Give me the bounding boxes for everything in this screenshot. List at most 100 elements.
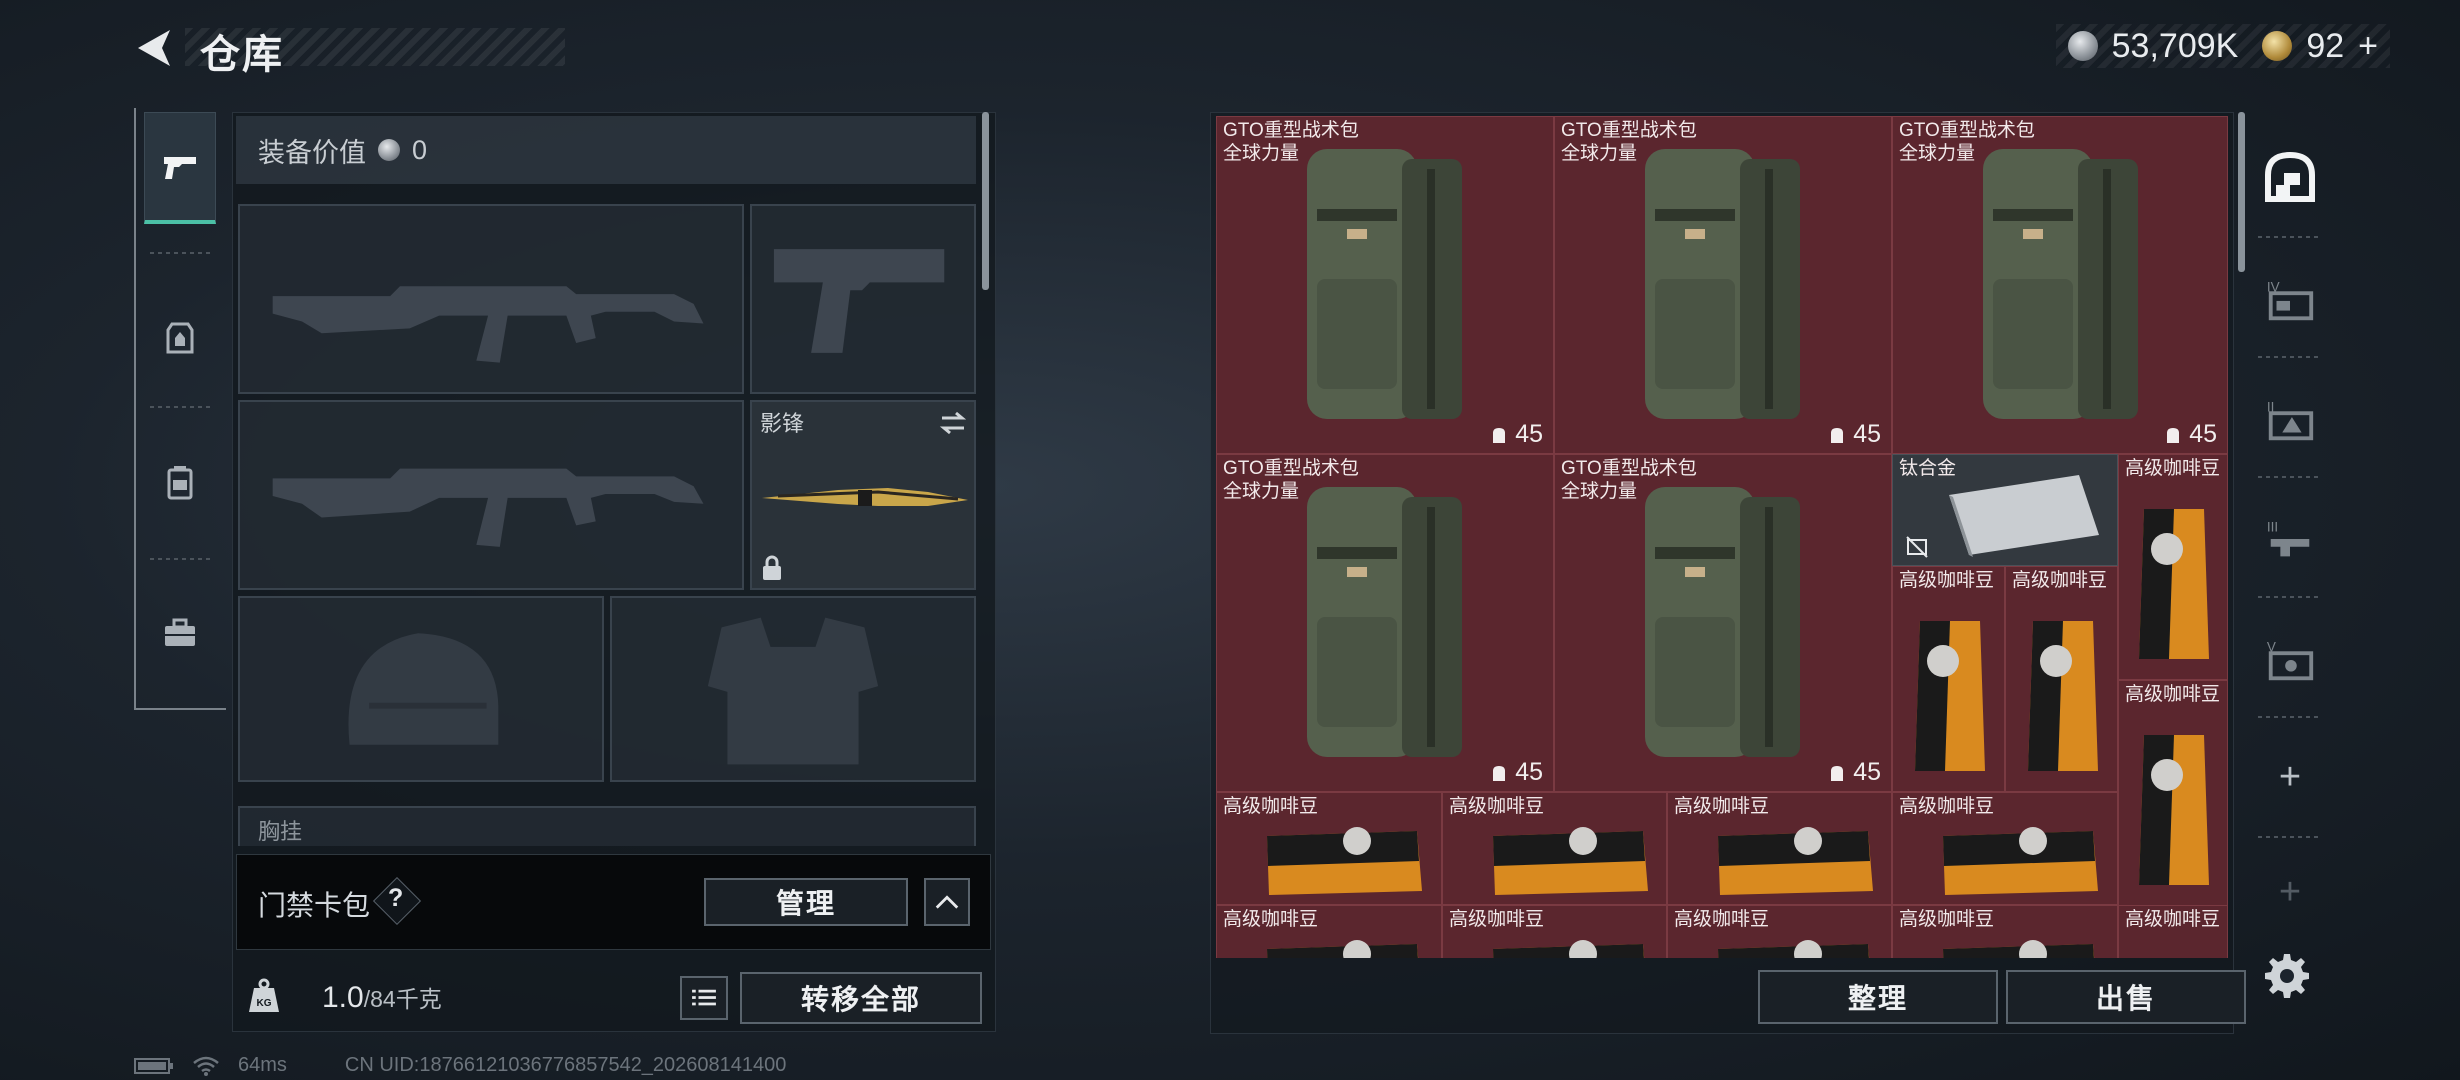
briefcase-icon [165, 618, 195, 646]
manage-button[interactable]: 管理 [704, 878, 908, 926]
gold-coin-icon [2262, 31, 2293, 61]
stash-page-icon: III [2267, 519, 2310, 557]
add-stash-tab-button[interactable]: + [2252, 722, 2328, 832]
stash-item-backpack[interactable]: GTO重型战术包 全球力量 45 [1216, 454, 1554, 792]
equip-value: 0 [412, 134, 428, 165]
item-count: 45 [1827, 758, 1881, 787]
stash-item-coffee[interactable]: 高级咖啡豆 [1216, 792, 1442, 905]
divider [2258, 596, 2322, 598]
item-name: GTO重型战术包 全球力量 [1561, 120, 1697, 164]
list-icon [692, 989, 716, 1006]
primary-weapon-slot[interactable] [238, 204, 744, 394]
stash-scrollbar[interactable] [2238, 112, 2245, 272]
settings-gear-icon[interactable] [2264, 952, 2310, 998]
back-button[interactable] [130, 26, 180, 70]
warehouse-icon [2265, 151, 2315, 202]
stash-page-icon: V [2267, 639, 2314, 681]
helmet-silhouette-icon [348, 633, 499, 745]
stash-item-backpack[interactable]: GTO重型战术包 全球力量 45 [1216, 116, 1554, 454]
keycard-bag-label: 门禁卡包 [258, 890, 371, 921]
weight-max: /84千克 [363, 986, 442, 1012]
back-arrow-icon [138, 30, 170, 66]
sort-button[interactable]: 整理 [1758, 970, 1998, 1024]
sell-button[interactable]: 出售 [2006, 970, 2246, 1024]
swap-icon[interactable] [938, 410, 968, 436]
pistol-silhouette-icon [773, 249, 945, 353]
silver-coin-icon [2067, 31, 2098, 61]
stash-page-icon: IV [2267, 279, 2314, 321]
stash-item-coffee[interactable]: 高级咖啡豆 [1442, 792, 1667, 905]
backpack-image [1645, 487, 1800, 757]
stash-item-coffee[interactable]: 高级咖啡豆 [1667, 905, 1892, 958]
helmet-slot[interactable] [238, 596, 604, 782]
pistol-icon [164, 156, 196, 179]
primary-weapon-slot-2[interactable] [238, 400, 744, 590]
loadout-scrollbar[interactable] [982, 112, 989, 290]
stash-item-coffee[interactable]: 高级咖啡豆 [2118, 454, 2228, 680]
stash-item-backpack[interactable]: GTO重型战术包 全球力量 45 [1554, 116, 1892, 454]
weight-readout: 1.0/84千克 [322, 980, 442, 1015]
tab-stash-2[interactable]: II [2252, 364, 2328, 474]
item-name: 高级咖啡豆 [1449, 796, 1545, 817]
coffee-bag-image [2139, 509, 2209, 659]
vest-silhouette-icon [707, 617, 879, 765]
no-trade-icon [1906, 536, 1928, 558]
divider [150, 252, 210, 254]
tab-stash-main[interactable] [2252, 122, 2328, 232]
stash-item-coffee[interactable]: 高级咖啡豆 [2118, 905, 2228, 958]
item-name: 高级咖啡豆 [2125, 684, 2221, 705]
divider [2258, 716, 2322, 718]
page-title: 仓库 [200, 33, 284, 77]
stash-item-coffee[interactable]: 高级咖啡豆 [1216, 905, 1442, 958]
tab-stash-3[interactable]: III [2252, 484, 2328, 594]
list-view-button[interactable] [680, 976, 728, 1020]
body-armor-slot[interactable] [610, 596, 976, 782]
stash-item-coffee[interactable]: 高级咖啡豆 [1667, 792, 1892, 905]
stash-item-coffee[interactable]: 高级咖啡豆 [1892, 792, 2118, 905]
item-count: 45 [1489, 758, 1543, 787]
capacity-icon [2167, 427, 2180, 443]
tab-weapons[interactable] [144, 112, 216, 224]
coffee-bag-image [1267, 827, 1422, 895]
stash-item-coffee[interactable]: 高级咖啡豆 [1892, 566, 2005, 792]
melee-weapon-slot[interactable]: 影锋 [750, 400, 976, 590]
item-name: 高级咖啡豆 [1674, 796, 1770, 817]
status-bar: 64ms CN UID:18766121036776857542_2026081… [134, 1054, 786, 1077]
backpack-image [1645, 149, 1800, 419]
stash-item-backpack[interactable]: GTO重型战术包 全球力量 45 [1892, 116, 2228, 454]
collapse-button[interactable] [924, 878, 970, 926]
stash-item-coffee[interactable]: 高级咖啡豆 [2118, 680, 2228, 906]
transfer-all-button[interactable]: 转移全部 [740, 972, 982, 1024]
item-name: 钛合金 [1899, 458, 1957, 479]
capacity-icon [1831, 427, 1844, 443]
item-count: 45 [1827, 420, 1881, 449]
stash-item-coffee[interactable]: 高级咖啡豆 [1892, 905, 2118, 958]
coffee-bag-image [1915, 621, 1985, 771]
tab-stash-5[interactable]: V [2252, 604, 2328, 714]
tab-backpack[interactable] [144, 426, 216, 538]
item-name: 高级咖啡豆 [2012, 570, 2108, 591]
tab-case[interactable] [144, 578, 216, 690]
coffee-bag-image [1943, 827, 2098, 895]
tab-stash-4[interactable]: IV [2252, 244, 2328, 354]
add-currency-button[interactable]: + [2358, 27, 2378, 66]
svg-text:KG: KG [257, 998, 272, 1009]
battery-icon [134, 1057, 173, 1074]
add-stash-tab-button-disabled: + [2252, 842, 2328, 942]
coffee-bag-image [2028, 621, 2098, 771]
plus-icon: + [2278, 755, 2302, 798]
backpack-icon [167, 466, 193, 500]
stash-item-coffee[interactable]: 高级咖啡豆 [1442, 905, 1667, 958]
keycard-help-icon: ? [388, 884, 404, 912]
chest-rig-label: 胸挂 [258, 819, 303, 844]
stash-item-backpack[interactable]: GTO重型战术包 全球力量 45 [1554, 454, 1892, 792]
secondary-weapon-slot[interactable] [750, 204, 976, 394]
divider [150, 406, 210, 408]
stash-item-titanium[interactable]: 钛合金 [1892, 454, 2118, 566]
item-name: 高级咖啡豆 [1674, 909, 1770, 930]
stash-item-coffee[interactable]: 高级咖啡豆 [2005, 566, 2118, 792]
weight-icon: KG [249, 978, 279, 1012]
chest-rig-slot[interactable]: 胸挂 [238, 806, 976, 846]
item-name: 高级咖啡豆 [1899, 796, 1995, 817]
tab-helmet-armor[interactable] [144, 282, 216, 394]
